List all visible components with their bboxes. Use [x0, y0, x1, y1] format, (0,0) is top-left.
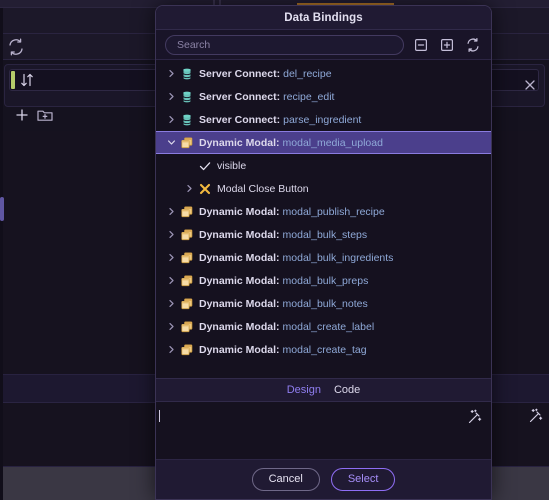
tree-row-label: Dynamic Modal: [199, 274, 280, 287]
refresh-icon[interactable] [6, 38, 26, 56]
tree-row-label: Modal Close Button [217, 182, 309, 195]
search-input[interactable] [165, 34, 404, 55]
database-icon [178, 67, 196, 81]
chevron-right-icon[interactable] [164, 276, 178, 285]
modal-icon [178, 343, 196, 357]
dialog-tabs: Design Code [156, 377, 491, 402]
chevron-right-icon[interactable] [182, 184, 196, 193]
check-icon [196, 159, 214, 173]
tree-row-value: del_recipe [283, 67, 332, 80]
data-bindings-dialog: Data Bindings Search Server Connect: del… [155, 5, 492, 500]
tree-row-label: Dynamic Modal: [199, 136, 280, 149]
tree-row-value: recipe_edit [283, 90, 335, 103]
chevron-right-icon[interactable] [164, 345, 178, 354]
tree-row-value: modal_bulk_notes [282, 297, 368, 310]
tree-row-label: Server Connect: [199, 67, 281, 80]
tree-row-value: modal_bulk_ingredients [282, 251, 394, 264]
dialog-footer: Cancel Select [156, 459, 491, 499]
tree-row-label: Dynamic Modal: [199, 343, 280, 356]
close-x-icon [196, 182, 214, 196]
tree-row[interactable]: Dynamic Modal: modal_media_upload [156, 131, 491, 154]
modal-icon [178, 251, 196, 265]
close-x-icon[interactable] [522, 78, 538, 92]
tree-row-value: modal_media_upload [282, 136, 383, 149]
tree-row-value: modal_bulk_preps [282, 274, 369, 287]
code-editor[interactable] [156, 401, 491, 460]
chevron-right-icon[interactable] [164, 207, 178, 216]
tree-row[interactable]: Dynamic Modal: modal_bulk_preps [156, 269, 491, 292]
tree-row[interactable]: Server Connect: del_recipe [156, 62, 491, 85]
database-icon [178, 113, 196, 127]
screen: Data Bindings Search Server Connect: del… [0, 0, 549, 500]
dialog-toolbar [156, 30, 491, 60]
sort-arrows-icon[interactable] [20, 73, 34, 87]
chevron-down-icon[interactable] [164, 138, 178, 147]
field-status-bar [11, 71, 15, 89]
chevron-right-icon[interactable] [164, 322, 178, 331]
chevron-right-icon[interactable] [164, 69, 178, 78]
tree-row-label: Dynamic Modal: [199, 297, 280, 310]
tree-row-value: modal_publish_recipe [282, 205, 385, 218]
scrollbar-thumb[interactable] [0, 197, 4, 221]
text-caret [159, 409, 160, 422]
tree-row[interactable]: Server Connect: parse_ingredient [156, 108, 491, 131]
database-icon [178, 90, 196, 104]
tree-row-label: visible [217, 159, 247, 172]
tree-row[interactable]: Dynamic Modal: modal_bulk_ingredients [156, 246, 491, 269]
tree-row[interactable]: Modal Close Button [156, 177, 491, 200]
chevron-right-icon[interactable] [164, 299, 178, 308]
tree-row[interactable]: Dynamic Modal: modal_publish_recipe [156, 200, 491, 223]
tree-row-value: modal_create_label [282, 320, 375, 333]
tree-row-value: modal_create_tag [282, 343, 367, 356]
tree-row[interactable]: Dynamic Modal: modal_create_label [156, 315, 491, 338]
cancel-button[interactable]: Cancel [251, 467, 320, 491]
modal-icon [178, 136, 196, 150]
modal-icon [178, 205, 196, 219]
tree-row-value: modal_bulk_steps [282, 228, 368, 241]
chevron-right-icon[interactable] [164, 115, 178, 124]
tree-row-label: Dynamic Modal: [199, 251, 280, 264]
chevron-right-icon[interactable] [164, 92, 178, 101]
modal-icon [178, 274, 196, 288]
left-gutter [0, 8, 3, 500]
plus-icon[interactable] [14, 107, 30, 123]
tab-code[interactable]: Code [334, 384, 360, 396]
magic-wand-icon[interactable] [467, 409, 483, 425]
select-button[interactable]: Select [330, 467, 396, 491]
refresh-button[interactable] [464, 36, 482, 54]
tab-design[interactable]: Design [287, 384, 321, 396]
tree-row[interactable]: Dynamic Modal: modal_bulk_steps [156, 223, 491, 246]
collapse-all-button[interactable] [412, 36, 430, 54]
folder-plus-icon[interactable] [36, 107, 54, 123]
tree-row-label: Dynamic Modal: [199, 228, 280, 241]
dialog-title: Data Bindings [156, 6, 491, 30]
tree-row-label: Server Connect: [199, 113, 281, 126]
tree-row-label: Dynamic Modal: [199, 205, 280, 218]
tree-row-label: Dynamic Modal: [199, 320, 280, 333]
tree-row[interactable]: Server Connect: recipe_edit [156, 85, 491, 108]
tree-row-label: Server Connect: [199, 90, 281, 103]
tree-row[interactable]: visible [156, 154, 491, 177]
modal-icon [178, 228, 196, 242]
magic-wand-icon[interactable] [528, 408, 544, 424]
expand-all-button[interactable] [438, 36, 456, 54]
modal-icon [178, 297, 196, 311]
bindings-tree[interactable]: Server Connect: del_recipe Server Connect:… [156, 60, 491, 378]
tree-row[interactable]: Dynamic Modal: modal_bulk_notes [156, 292, 491, 315]
tree-row-value: parse_ingredient [283, 113, 362, 126]
modal-icon [178, 320, 196, 334]
chevron-right-icon[interactable] [164, 230, 178, 239]
tree-row[interactable]: Dynamic Modal: modal_create_tag [156, 338, 491, 361]
chevron-right-icon[interactable] [164, 253, 178, 262]
